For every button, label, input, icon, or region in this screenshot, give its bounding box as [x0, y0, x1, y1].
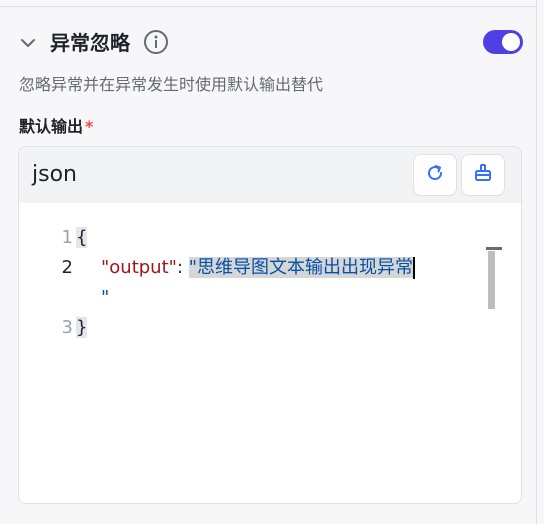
code-line-3: }: [76, 315, 88, 341]
editor-toolbar: json: [19, 147, 521, 203]
json-string-value: "思维导图文本输出出现异常: [188, 257, 414, 278]
required-mark: *: [85, 117, 94, 136]
scrollbar-thumb[interactable]: [488, 251, 495, 309]
code-line-1: {: [76, 225, 88, 251]
section-header: 异常忽略: [18, 28, 524, 58]
language-label: json: [32, 162, 77, 187]
code-line-2-wrap: ": [101, 285, 109, 311]
close-brace: }: [76, 317, 88, 338]
json-editor-panel: json 1 2 3 { "output": "思维导图文本输出出现异常 " }: [18, 146, 522, 504]
open-brace: {: [76, 227, 88, 248]
section-description: 忽略异常并在异常发生时使用默认输出替代: [19, 75, 324, 94]
default-output-label: 默认输出 *: [19, 115, 93, 139]
ignore-exception-toggle[interactable]: [483, 30, 523, 54]
json-colon: :: [176, 257, 189, 278]
chevron-down-icon[interactable]: [18, 33, 38, 53]
reset-button[interactable]: [413, 154, 457, 196]
line-number: 3: [61, 317, 73, 338]
line-number: 2: [61, 257, 73, 278]
code-line-2: "output": "思维导图文本输出出现异常: [101, 255, 416, 281]
toggle-knob: [502, 33, 520, 51]
format-button[interactable]: [461, 154, 505, 196]
info-icon[interactable]: [143, 29, 169, 55]
scroll-indicator: [486, 247, 502, 250]
text-caret: [413, 257, 416, 279]
section-title: 异常忽略: [50, 31, 130, 55]
top-divider: [0, 0, 536, 7]
code-editor[interactable]: 1 2 3 { "output": "思维导图文本输出出现异常 " }: [19, 204, 521, 503]
json-string-end: ": [101, 287, 110, 308]
line-number: 1: [61, 227, 73, 248]
json-key: "output": [101, 257, 177, 278]
refresh-icon: [425, 163, 445, 187]
right-divider: [536, 0, 537, 524]
brush-icon: [473, 163, 493, 187]
field-label-text: 默认输出: [19, 117, 84, 136]
